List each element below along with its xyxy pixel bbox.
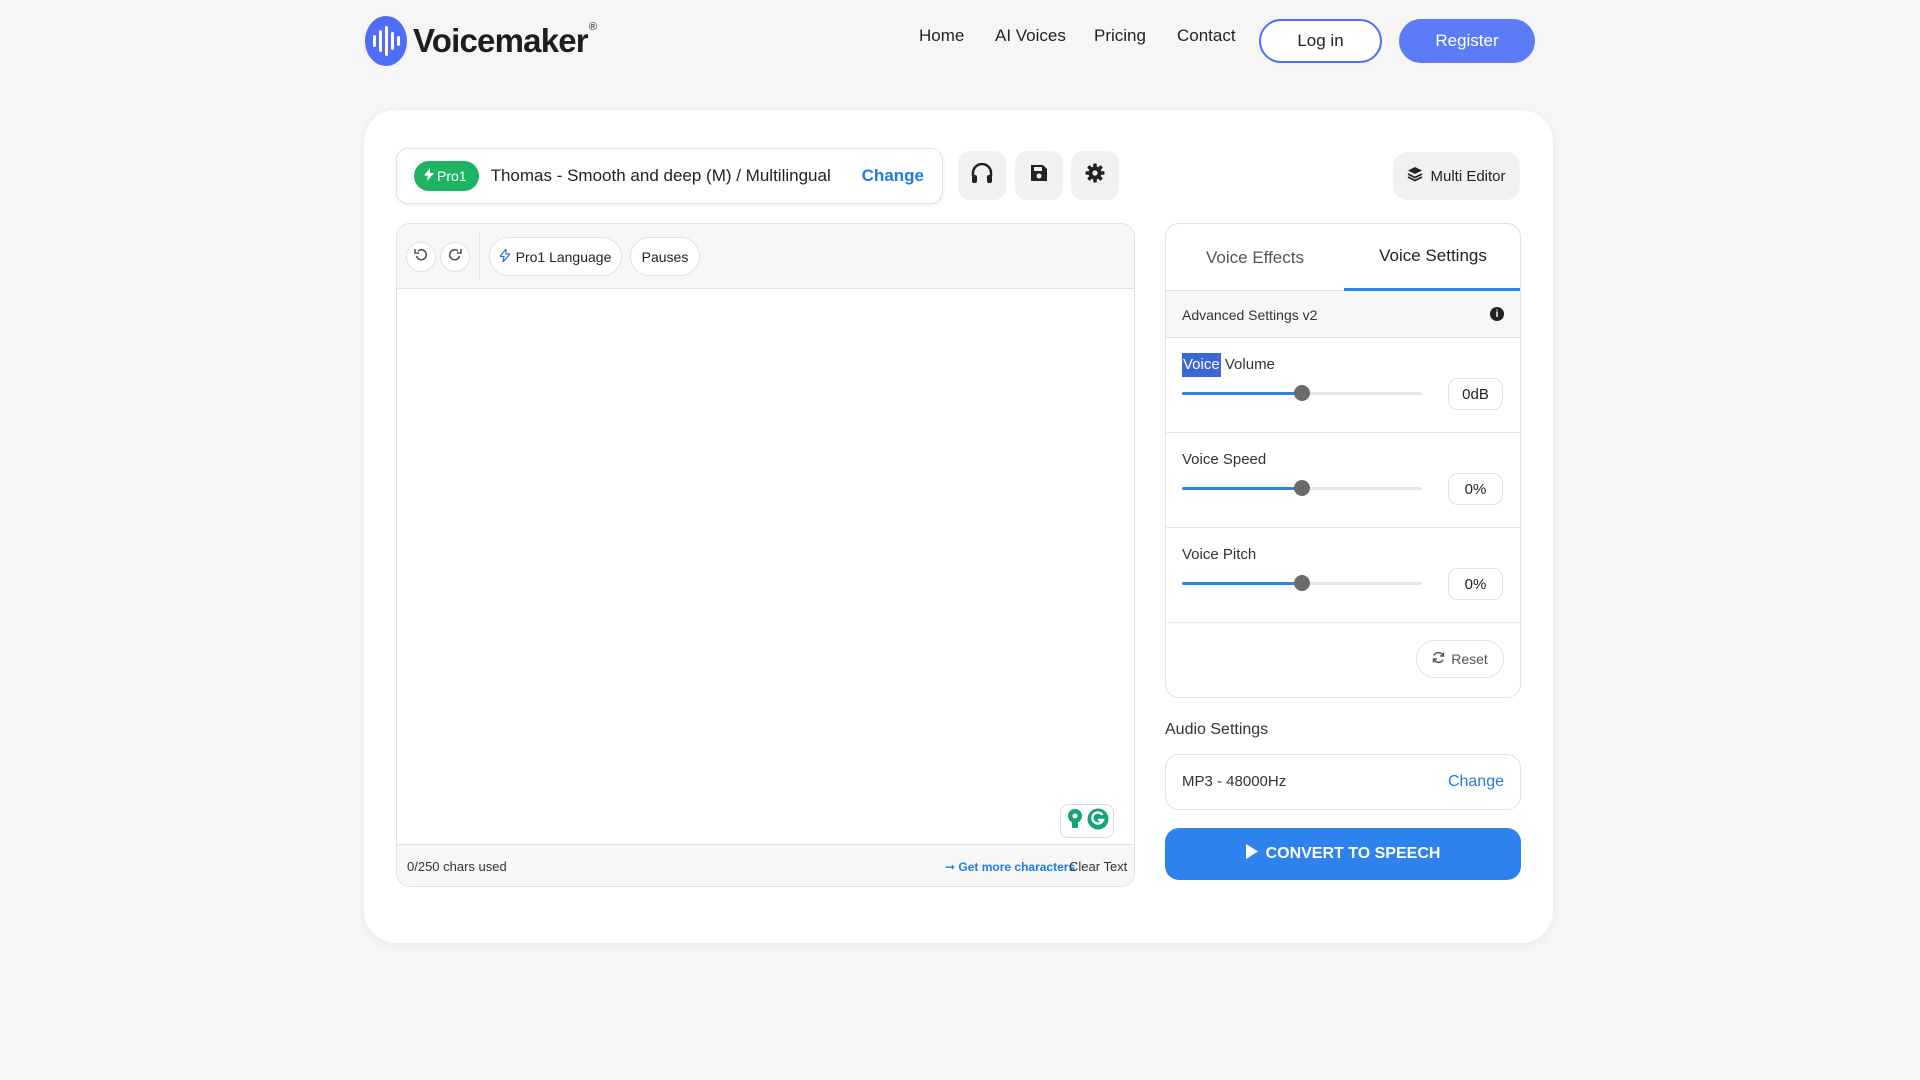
voice-speed-label: Voice Speed xyxy=(1182,451,1267,468)
reset-label: Reset xyxy=(1451,651,1488,667)
tab-voice-settings[interactable]: Voice Settings xyxy=(1344,224,1520,291)
pro1-badge-label: Pro1 xyxy=(437,168,467,184)
toolbar-divider xyxy=(479,232,480,281)
slider-thumb[interactable] xyxy=(1294,385,1310,401)
audio-format-value: MP3 - 48000Hz xyxy=(1182,773,1287,790)
voice-name: Thomas - Smooth and deep (M) / Multiling… xyxy=(490,166,831,185)
convert-to-speech-button[interactable]: CONVERT TO SPEECH xyxy=(1165,828,1521,880)
voice-change-link[interactable]: Change xyxy=(862,166,924,186)
lightbulb-icon xyxy=(1066,808,1084,835)
audio-settings-box: MP3 - 48000Hz Change xyxy=(1165,754,1521,810)
multi-editor-button[interactable]: Multi Editor xyxy=(1393,152,1520,200)
layers-icon xyxy=(1407,166,1423,186)
voicemaker-logo[interactable]: Voicemaker ® xyxy=(365,16,597,66)
get-more-characters-link[interactable]: ➞ Get more characters xyxy=(945,860,1075,874)
audio-change-link[interactable]: Change xyxy=(1448,773,1504,791)
save-icon xyxy=(1030,164,1048,187)
voice-pitch-label: Voice Pitch xyxy=(1182,546,1257,563)
convert-to-speech-label: CONVERT TO SPEECH xyxy=(1265,845,1441,862)
multi-editor-label: Multi Editor xyxy=(1430,167,1506,185)
voice-speed-value[interactable]: 0% xyxy=(1448,473,1503,505)
nav-contact[interactable]: Contact xyxy=(1177,26,1236,46)
headphones-icon xyxy=(971,162,993,188)
grammarly-icon xyxy=(1087,808,1109,835)
refresh-icon xyxy=(1432,651,1445,667)
advanced-settings-row: Advanced Settings v2 i xyxy=(1166,291,1520,338)
settings-tabs: Voice Effects Voice Settings xyxy=(1166,224,1520,291)
register-button[interactable]: Register xyxy=(1399,19,1535,63)
login-button[interactable]: Log in xyxy=(1259,19,1382,63)
text-editor: Pro1 Language Pauses 0/250 chars used ➞ … xyxy=(396,223,1135,887)
nav-ai-voices[interactable]: AI Voices xyxy=(995,26,1066,46)
slider-fill xyxy=(1182,487,1302,490)
clear-text-button[interactable]: Clear Text xyxy=(1069,859,1127,874)
logo-registered-mark: ® xyxy=(588,21,597,33)
voice-pitch-slider[interactable] xyxy=(1182,575,1422,591)
logo-text: Voicemaker xyxy=(413,22,589,59)
redo-button[interactable] xyxy=(440,242,470,272)
site-header: Voicemaker ® Home AI Voices Pricing Cont… xyxy=(0,0,1920,80)
advanced-settings-label: Advanced Settings v2 xyxy=(1182,307,1318,323)
slider-fill xyxy=(1182,392,1302,395)
pauses-label: Pauses xyxy=(641,248,689,265)
voice-volume-label-rest: Volume xyxy=(1220,356,1275,373)
pro1-badge: Pro1 xyxy=(414,161,479,191)
voice-pitch-value[interactable]: 0% xyxy=(1448,568,1503,600)
gear-icon xyxy=(1085,163,1105,188)
info-icon[interactable]: i xyxy=(1490,307,1504,321)
logo-waveform-icon xyxy=(365,16,407,66)
grammarly-widget[interactable] xyxy=(1060,804,1114,838)
voice-volume-value[interactable]: 0dB xyxy=(1448,378,1503,410)
reset-button[interactable]: Reset xyxy=(1416,640,1504,678)
editor-toolbar: Pro1 Language Pauses xyxy=(397,224,1134,289)
settings-button[interactable] xyxy=(1071,151,1119,200)
nav-pricing[interactable]: Pricing xyxy=(1094,26,1146,46)
slider-fill xyxy=(1182,582,1302,585)
lightning-icon xyxy=(498,246,511,265)
voice-volume-row: Voice Volume 0dB xyxy=(1166,338,1520,433)
save-button[interactable] xyxy=(1015,151,1063,200)
voice-settings-panel: Voice Effects Voice Settings Advanced Se… xyxy=(1165,223,1521,698)
voice-selector[interactable]: Pro1 Thomas - Smooth and deep (M) / Mult… xyxy=(396,148,943,204)
pauses-chip[interactable]: Pauses xyxy=(630,237,700,276)
voice-volume-slider[interactable] xyxy=(1182,385,1422,401)
tab-voice-effects[interactable]: Voice Effects xyxy=(1166,224,1344,291)
pro1-language-chip[interactable]: Pro1 Language xyxy=(489,237,622,276)
undo-button[interactable] xyxy=(406,242,436,272)
slider-thumb[interactable] xyxy=(1294,575,1310,591)
editor-footer: 0/250 chars used ➞ Get more characters C… xyxy=(397,844,1134,886)
undo-icon xyxy=(414,248,428,267)
play-icon xyxy=(1245,844,1258,864)
editor-textarea[interactable] xyxy=(397,289,1134,840)
voice-speed-slider[interactable] xyxy=(1182,480,1422,496)
pro1-language-label: Pro1 Language xyxy=(515,248,612,265)
selected-text-highlight: Voice xyxy=(1182,353,1221,377)
slider-thumb[interactable] xyxy=(1294,480,1310,496)
redo-icon xyxy=(448,248,462,267)
nav-home[interactable]: Home xyxy=(919,26,964,46)
chars-used-counter: 0/250 chars used xyxy=(407,859,507,874)
lightning-icon xyxy=(424,168,434,184)
voice-volume-label: Voice Volume xyxy=(1182,353,1275,377)
listen-button[interactable] xyxy=(958,151,1006,200)
voice-speed-row: Voice Speed 0% xyxy=(1166,433,1520,528)
voice-pitch-row: Voice Pitch 0% xyxy=(1166,528,1520,623)
audio-settings-title: Audio Settings xyxy=(1165,721,1269,738)
